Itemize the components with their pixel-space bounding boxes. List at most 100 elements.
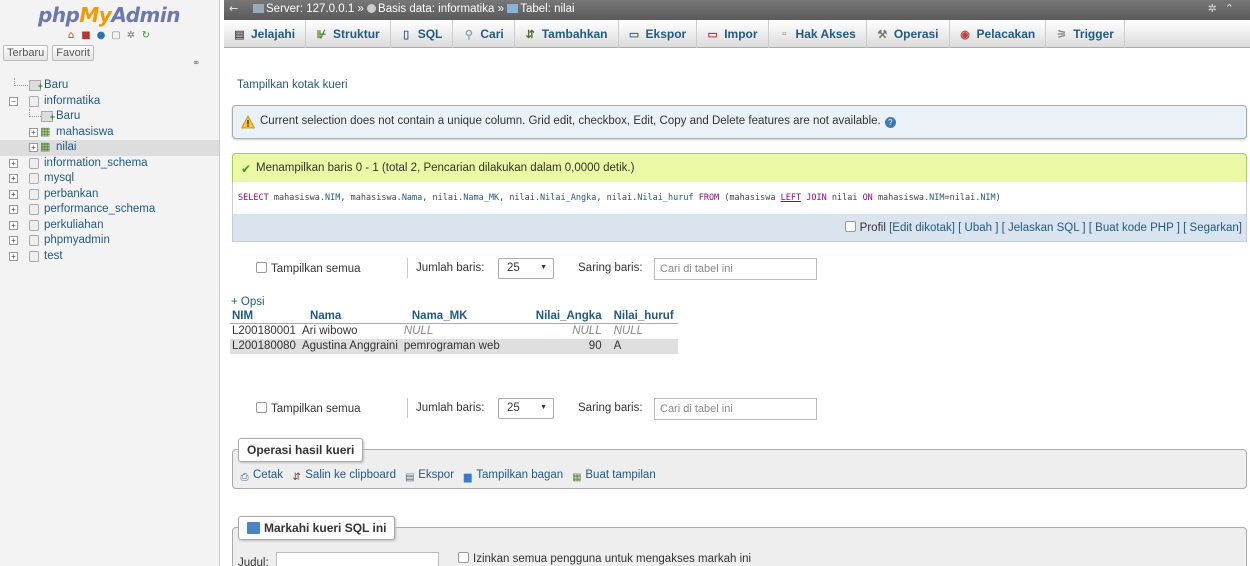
tab-browse[interactable]: ▤ Jelajahi [224,20,307,48]
tree-item-perkuliahan[interactable]: + perkuliahan [0,218,219,234]
options-link[interactable]: + Opsi [231,296,265,308]
import-icon: ▭ [707,28,718,41]
export-link[interactable]: ▤ Ekspor [403,469,454,483]
link-icon[interactable]: ⚭ [192,58,200,69]
table-row: L200180001 Ari wibowo NULL NULL NULL [230,323,678,339]
results-table: NIM Nama Nama_MK Nilai_Angka Nilai_huruf… [230,309,678,354]
expand-icon[interactable]: + [9,189,18,199]
edit-inline-link[interactable]: [Edit dikotak] [889,222,955,234]
profiling-checkbox[interactable] [844,221,856,232]
tab-structure[interactable]: ⊮ Struktur [306,20,391,48]
phpmyadmin-logo[interactable]: phpMyAdmin [38,3,219,27]
filter-rows-input[interactable]: Cari di tabel ini [654,398,817,420]
tree-item-performance-schema[interactable]: + performance_schema [0,202,219,218]
expand-icon[interactable]: + [29,127,38,137]
tab-operations[interactable]: ⚒ Operasi [867,20,950,48]
breadcrumb-table[interactable]: Tabel: nilai [520,3,574,15]
filter-rows-input[interactable]: Cari di tabel ini [654,258,817,280]
tree-item-information-schema[interactable]: + information_schema [0,156,219,172]
reload-icon[interactable]: ↻ [140,30,152,42]
expand-icon[interactable]: + [9,158,18,168]
column-header-nilai-angka[interactable]: Nilai_Angka [503,309,606,324]
tree-item-new[interactable]: Baru [0,78,219,94]
show-all-label: Tampilkan semua [271,263,361,275]
tab-insert[interactable]: ⇵ Tambahkan [515,20,619,48]
copy-to-clipboard-link[interactable]: ⇵ Salin ke clipboard [290,469,396,483]
expand-icon[interactable]: + [29,143,38,152]
bookmark-title-input[interactable] [276,552,439,566]
database-icon [367,4,377,13]
database-icon [29,173,39,184]
tree-item-new-table[interactable]: Baru [0,109,219,125]
show-all-checkbox[interactable] [256,262,267,273]
tree-item-phpmyadmin[interactable]: + phpmyadmin [0,233,219,249]
show-all-checkbox[interactable] [256,402,267,413]
tab-export[interactable]: ▭ Ekspor [619,20,698,48]
filter-rows-label: Saring baris: [578,262,643,274]
home-icon[interactable]: ⌂ [65,30,77,42]
tree-item-mysql[interactable]: + mysql [0,171,219,187]
table-icon: ▦ [40,141,51,153]
expand-icon[interactable]: + [9,236,18,245]
database-icon [29,235,39,246]
expand-icon[interactable]: + [9,205,18,214]
chart-icon: ▆ [463,472,472,483]
create-view-link[interactable]: ▦ Buat tampilan [570,469,656,483]
tab-tracking[interactable]: ◉ Pelacakan [950,20,1047,48]
tab-sql[interactable]: ▯ SQL [391,20,454,48]
table-icon [507,4,519,13]
logout-icon[interactable]: ■ [80,30,92,42]
recent-tables-button[interactable]: Terbaru [3,45,49,61]
tab-privileges[interactable]: ▫ Hak Akses [769,20,867,48]
tree-item-nilai[interactable]: + ▦ nilai [0,140,219,156]
create-php-link[interactable]: [ Buat kode PHP ] [1089,222,1180,234]
table-tabs: ▤ Jelajahi ⊮ Struktur ▯ SQL ⚲ Cari ⇵ Tambahka… [224,20,1250,48]
favorite-tables-button[interactable]: Favorit [52,45,94,61]
help-icon[interactable]: ▢ [110,30,122,42]
rows-per-page-select[interactable]: 25 [498,258,554,279]
show-query-box-link[interactable]: Tampilkan kotak kueri [237,79,348,91]
breadcrumb-database[interactable]: Basis data: informatika [378,3,494,15]
settings-icon[interactable]: ✲ [125,30,137,42]
table-row: L200180080 Agustina Anggraini pemrograma… [230,339,678,354]
breadcrumb-server[interactable]: Server: 127.0.0.1 [266,3,354,15]
tree-item-test[interactable]: + test [0,249,219,265]
expand-icon[interactable]: + [9,174,18,183]
refresh-link[interactable]: [ Segarkan] [1183,222,1242,234]
column-header-nama[interactable]: Nama [299,309,402,324]
notice-message: Current selection does not contain a uni… [232,105,1247,139]
collapse-icon[interactable]: − [9,96,18,106]
table-icon: ▦ [40,125,51,138]
tree-item-informatika[interactable]: − informatika [0,94,219,110]
top-right-controls: ✲⌃ [1208,2,1242,15]
print-link[interactable]: ⎙ Cetak [238,469,284,483]
breadcrumb: Server: 127.0.0.1 » Basis data: informat… [253,3,575,15]
edit-link[interactable]: [ Ubah ] [958,222,998,234]
column-header-nim[interactable]: NIM [230,309,300,324]
explain-sql-link[interactable]: [ Jelaskan SQL ] [1002,222,1086,234]
sql-query-display: SELECT mahasiswa.NIM, mahasiswa.Nama, ni… [232,182,1247,214]
structure-icon: ⊮ [316,28,327,41]
database-icon [29,157,39,169]
maximize-icon[interactable]: ⌃ [1225,2,1242,15]
tab-import[interactable]: ▭ Impor [697,20,769,48]
tab-triggers[interactable]: ⚞ Trigger [1046,20,1125,48]
rows-per-page-select[interactable]: 25 [498,398,554,419]
column-header-nilai-huruf[interactable]: Nilai_huruf [605,309,678,324]
help-icon[interactable]: ? [884,117,896,128]
collapse-nav-icon[interactable]: ← [229,2,238,15]
settings-icon[interactable]: ✲ [1208,2,1225,15]
tree-item-mahasiswa[interactable]: + ▦ mahasiswa [0,125,219,141]
navigation-panel: phpMyAdmin ⌂ ■ ● ▢ ✲ ↻ Terbaru Favorit ⚭… [0,0,220,566]
tab-search[interactable]: ⚲ Cari [453,20,515,48]
expand-icon[interactable]: + [9,220,18,230]
expand-icon[interactable]: + [9,251,18,261]
docs-icon[interactable]: ● [95,30,107,42]
sql-query-text[interactable]: SELECT mahasiswa.NIM, mahasiswa.Nama, ni… [238,193,1001,203]
bookmark-icon [247,522,260,534]
tree-item-perbankan[interactable]: + perbankan [0,187,219,203]
display-chart-link[interactable]: ▆ Tampilkan bagan [461,469,563,483]
column-header-nama-mk[interactable]: Nama_MK [401,309,504,324]
bookmark-public-checkbox[interactable] [458,552,469,563]
sql-actions-bar: Profil [Edit dikotak] [ Ubah ] [ Jelaska… [232,214,1247,242]
